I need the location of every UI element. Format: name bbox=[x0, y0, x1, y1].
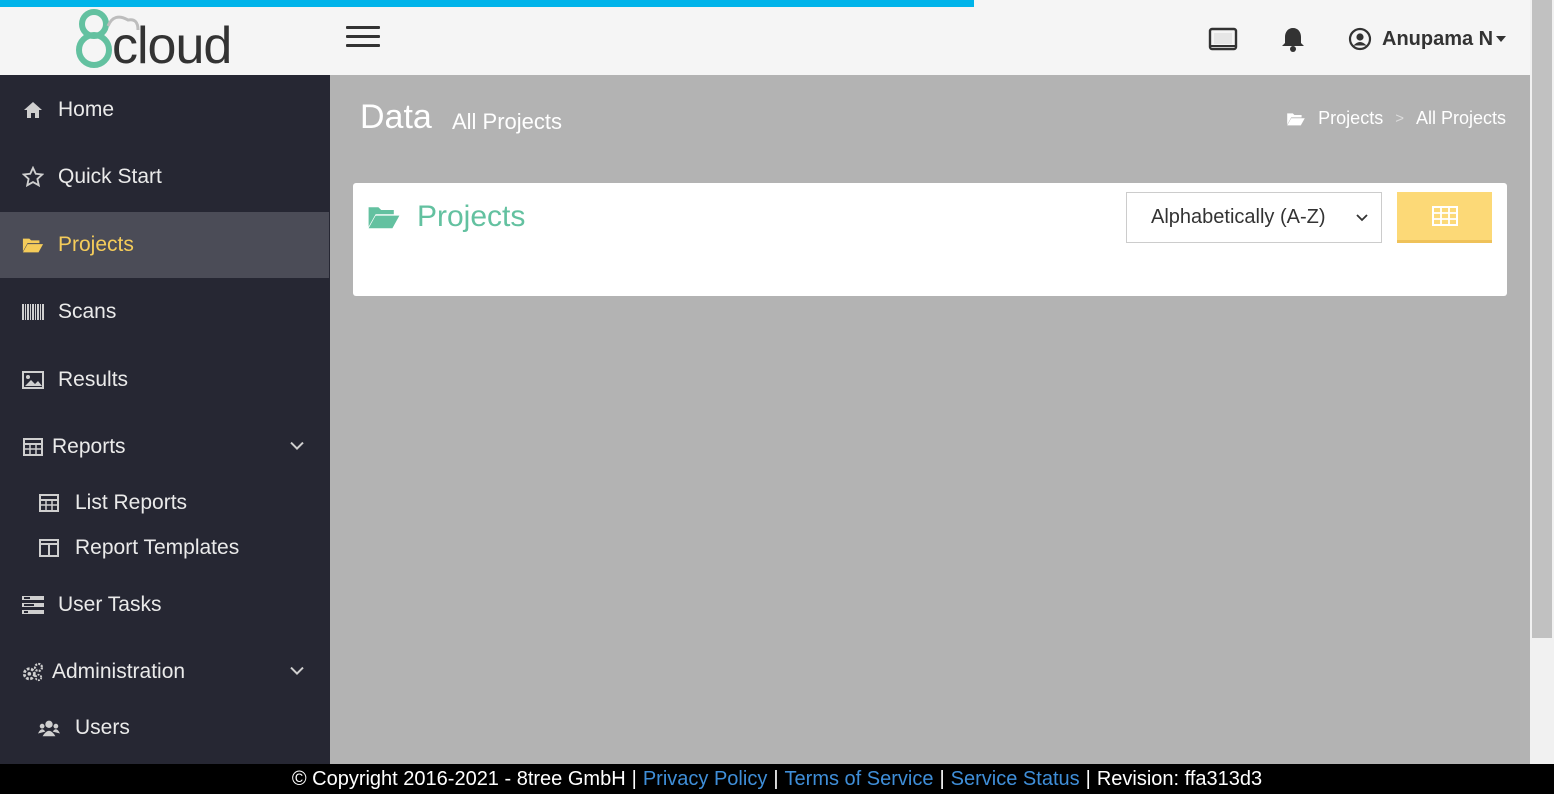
sidebar-item-label: Report Templates bbox=[75, 536, 240, 559]
sidebar-item-label: User Tasks bbox=[58, 593, 162, 616]
footer-separator: | bbox=[773, 767, 779, 790]
tasks-icon bbox=[22, 594, 44, 616]
footer-revision: Revision: ffa313d3 bbox=[1096, 767, 1263, 790]
sidebar-toggle-button[interactable] bbox=[346, 26, 380, 50]
home-icon bbox=[22, 99, 44, 121]
gears-icon bbox=[22, 661, 44, 683]
sidebar-item-label: Users bbox=[75, 716, 130, 739]
breadcrumb-current: All Projects bbox=[1415, 108, 1506, 128]
folder-open-icon bbox=[368, 207, 400, 229]
terms-of-service-link[interactable]: Terms of Service bbox=[785, 768, 934, 791]
breadcrumb-link-projects[interactable]: Projects bbox=[1318, 108, 1383, 129]
sidebar-subitem-report-templates[interactable]: Report Templates bbox=[0, 526, 329, 570]
footer-separator: | bbox=[1085, 767, 1091, 790]
sidebar-item-label: Results bbox=[58, 368, 129, 391]
footer-separator: | bbox=[939, 767, 945, 790]
sidebar-item-results[interactable]: Results bbox=[0, 347, 329, 413]
sidebar-item-home[interactable]: Home bbox=[0, 77, 329, 143]
sidebar-item-label: Home bbox=[58, 98, 115, 121]
sidebar-item-label: List Reports bbox=[75, 491, 188, 514]
footer: © Copyright 2016-2021 - 8tree GmbH | Pri… bbox=[0, 764, 1554, 794]
sidebar-item-label: Scans bbox=[58, 300, 117, 323]
app-logo[interactable]: cloud bbox=[74, 2, 264, 75]
panel-title: Projects bbox=[417, 200, 526, 233]
chevron-down-icon[interactable] bbox=[288, 437, 306, 455]
user-name: Anupama N bbox=[1382, 27, 1494, 50]
chevron-down-icon bbox=[1356, 213, 1368, 221]
user-circle-icon bbox=[1348, 27, 1372, 51]
folder-open-icon bbox=[1287, 112, 1305, 125]
breadcrumb: Projects > All Projects bbox=[1286, 108, 1506, 129]
sidebar-subitem-users[interactable]: Users bbox=[0, 706, 329, 750]
notifications-bell-icon[interactable] bbox=[1278, 24, 1310, 54]
loading-progress-bar bbox=[0, 0, 974, 7]
sidebar-item-reports[interactable]: Reports bbox=[0, 414, 329, 480]
screen-capture-icon[interactable] bbox=[1207, 24, 1239, 54]
breadcrumb-separator: > bbox=[1395, 110, 1404, 127]
page-subtitle: All Projects bbox=[452, 109, 563, 134]
projects-panel: Projects Alphabetically (A-Z) bbox=[353, 183, 1507, 296]
user-menu[interactable]: Anupama N bbox=[1348, 24, 1507, 54]
page-title: Data bbox=[360, 98, 432, 136]
sidebar-subitem-list-reports[interactable]: List Reports bbox=[0, 481, 329, 525]
service-status-link[interactable]: Service Status bbox=[951, 768, 1080, 791]
barcode-icon bbox=[22, 301, 44, 323]
table-grid-icon bbox=[1431, 206, 1458, 226]
chevron-down-icon[interactable] bbox=[288, 662, 306, 680]
footer-copyright: © Copyright 2016-2021 - 8tree GmbH bbox=[291, 767, 626, 790]
sidebar-item-administration[interactable]: Administration bbox=[0, 639, 329, 705]
sidebar-item-scans[interactable]: Scans bbox=[0, 279, 329, 345]
sidebar-item-user-tasks[interactable]: User Tasks bbox=[0, 572, 329, 638]
sidebar: Home Quick Start Projects Scans Results … bbox=[0, 75, 330, 764]
logo-text: cloud bbox=[112, 17, 232, 75]
image-icon bbox=[22, 369, 44, 391]
page-scrollbar[interactable] bbox=[1530, 0, 1554, 764]
sort-order-select[interactable]: Alphabetically (A-Z) bbox=[1126, 192, 1382, 243]
privacy-policy-link[interactable]: Privacy Policy bbox=[643, 768, 767, 791]
table-icon bbox=[22, 436, 44, 458]
sort-order-value: Alphabetically (A-Z) bbox=[1151, 206, 1326, 228]
grid-view-button[interactable] bbox=[1397, 192, 1492, 243]
columns-icon bbox=[38, 537, 60, 559]
scrollbar-thumb[interactable] bbox=[1532, 0, 1552, 638]
users-icon bbox=[38, 717, 60, 739]
sidebar-item-quick-start[interactable]: Quick Start bbox=[0, 144, 329, 210]
sidebar-item-label: Reports bbox=[52, 435, 126, 458]
panel-header: Projects bbox=[367, 197, 525, 237]
sidebar-item-label: Quick Start bbox=[58, 165, 162, 188]
sidebar-item-label: Administration bbox=[52, 660, 186, 683]
caret-down-icon bbox=[1496, 36, 1507, 42]
footer-separator: | bbox=[631, 767, 637, 790]
folder-open-icon bbox=[22, 234, 44, 256]
sidebar-item-label: Projects bbox=[58, 233, 134, 256]
star-icon bbox=[22, 166, 44, 188]
sidebar-item-projects[interactable]: Projects bbox=[0, 212, 329, 278]
top-header: cloud Anupama N bbox=[0, 0, 1530, 75]
table-icon bbox=[38, 492, 60, 514]
